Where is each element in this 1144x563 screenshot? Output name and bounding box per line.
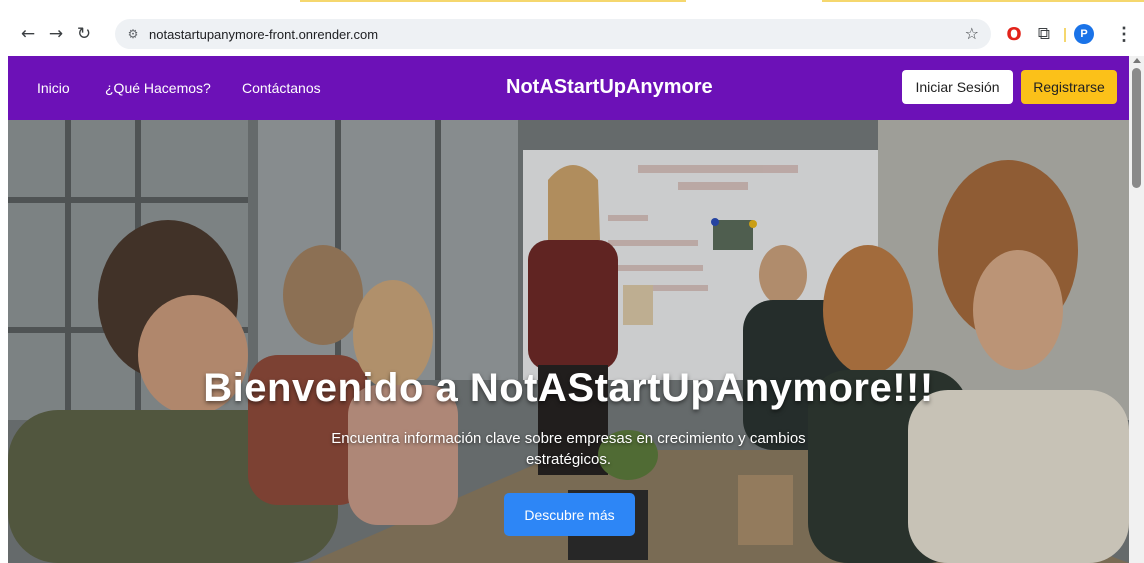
tab-strip bbox=[0, 0, 1144, 10]
browser-toolbar: ← → ↻ ⚙ notastartupanymore-front.onrende… bbox=[0, 14, 1144, 54]
nav-link-inicio[interactable]: Inicio bbox=[37, 80, 70, 96]
hero-title: Bienvenido a NotAStartUpAnymore!!! bbox=[203, 366, 934, 410]
page-viewport: Inicio ¿Qué Hacemos? Contáctanos NotASta… bbox=[8, 56, 1129, 563]
brand-logo[interactable]: NotAStartUpAnymore bbox=[506, 76, 713, 99]
login-button[interactable]: Iniciar Sesión bbox=[902, 70, 1013, 104]
scroll-up-arrow-icon[interactable] bbox=[1133, 58, 1141, 63]
puzzle-icon[interactable]: ⧉ bbox=[1030, 20, 1058, 48]
opera-icon[interactable]: O bbox=[1000, 20, 1028, 48]
profile-avatar[interactable]: P bbox=[1074, 24, 1094, 44]
back-arrow-icon[interactable]: ← bbox=[14, 20, 42, 48]
url-text[interactable]: notastartupanymore-front.onrender.com bbox=[149, 27, 378, 42]
site-settings-icon[interactable]: ⚙ bbox=[125, 26, 141, 42]
toolbar-divider bbox=[1064, 28, 1066, 42]
hero-subtitle: Encuentra información clave sobre empres… bbox=[331, 430, 806, 468]
nav-link-que-hacemos[interactable]: ¿Qué Hacemos? bbox=[105, 80, 211, 96]
nav-link-contactanos[interactable]: Contáctanos bbox=[242, 80, 321, 96]
browser-chrome: ← → ↻ ⚙ notastartupanymore-front.onrende… bbox=[0, 0, 1144, 56]
address-bar[interactable]: ⚙ notastartupanymore-front.onrender.com … bbox=[115, 19, 991, 49]
register-button[interactable]: Registrarse bbox=[1021, 70, 1117, 104]
scroll-thumb[interactable] bbox=[1132, 68, 1141, 188]
page-scrollbar[interactable] bbox=[1129, 56, 1144, 563]
forward-arrow-icon[interactable]: → bbox=[42, 20, 70, 48]
discover-more-button[interactable]: Descubre más bbox=[504, 493, 635, 536]
star-icon[interactable]: ☆ bbox=[965, 24, 979, 43]
kebab-menu-icon[interactable]: ⋮ bbox=[1112, 20, 1136, 48]
site-navbar: Inicio ¿Qué Hacemos? Contáctanos NotASta… bbox=[8, 56, 1129, 120]
reload-icon[interactable]: ↻ bbox=[70, 20, 98, 48]
hero-section: Bienvenido a NotAStartUpAnymore!!! Encue… bbox=[8, 120, 1129, 563]
